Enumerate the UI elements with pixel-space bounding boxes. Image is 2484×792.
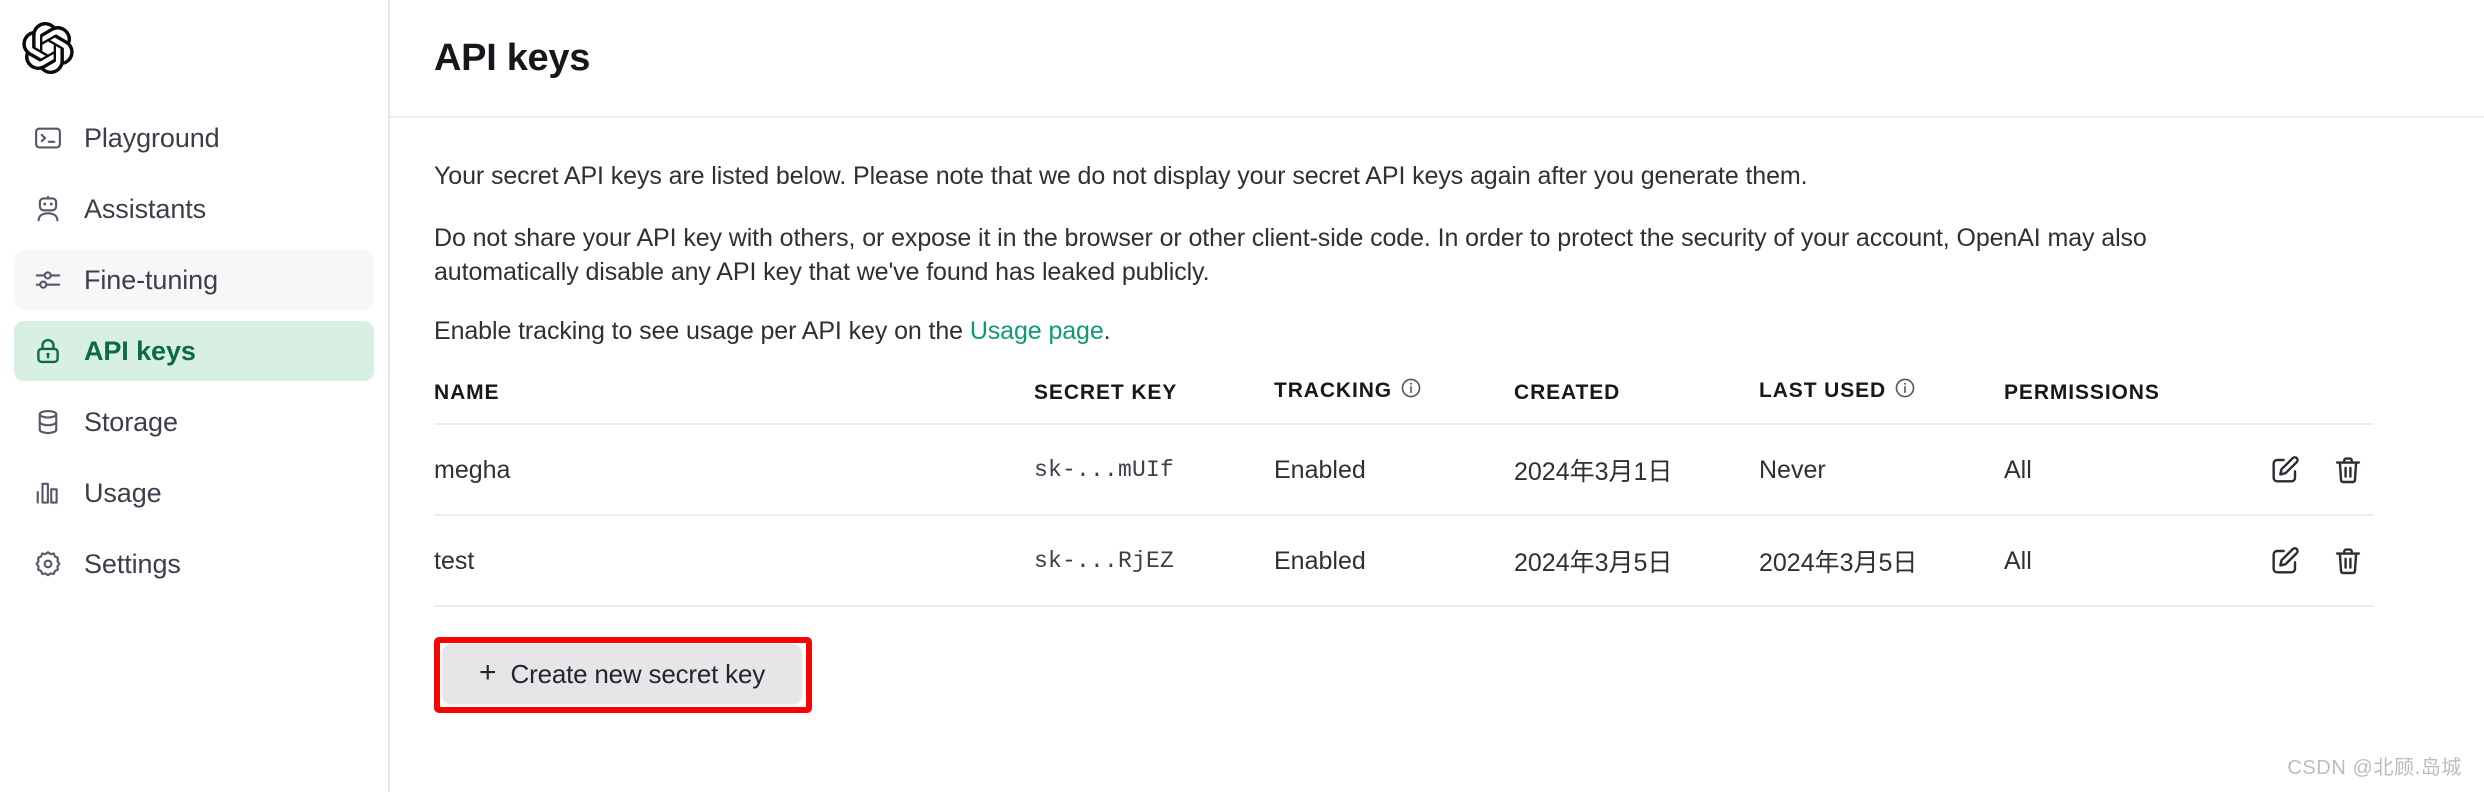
tracking-text-prefix: Enable tracking to see usage per API key… [434,317,970,346]
column-header-label: NAME [434,381,500,404]
bar-chart-icon [32,478,63,509]
page-title: API keys [434,36,591,79]
table-body: megha sk-...mUIf Enabled 2024年3月1日 Never… [434,424,2374,607]
cell-tracking: Enabled [1274,515,1514,607]
sidebar-item-settings[interactable]: Settings [14,534,374,594]
cell-name: test [434,515,1034,607]
cell-last-used: Never [1759,424,2004,516]
table-row: megha sk-...mUIf Enabled 2024年3月1日 Never… [434,424,2374,516]
column-header-name: NAME [434,377,1034,424]
sidebar-item-api-keys[interactable]: API keys [14,321,374,381]
column-header-label: CREATED [1514,381,1621,404]
column-header-label: PERMISSIONS [2004,381,2160,404]
terminal-icon [32,123,63,154]
sidebar-item-playground[interactable]: Playground [14,108,374,168]
info-icon[interactable] [1894,377,1916,405]
description-paragraph-2: Do not share your API key with others, o… [434,223,2147,286]
logo-container[interactable] [0,0,388,96]
sidebar-item-label: Fine-tuning [84,264,218,295]
cell-created: 2024年3月1日 [1514,424,1759,516]
cell-name: megha [434,424,1034,516]
watermark: CSDN @北顾.岛城 [2287,757,2462,779]
table-header-row: NAME SECRET KEY TRACKING CREATED LAST US… [434,377,2374,424]
api-keys-table: NAME SECRET KEY TRACKING CREATED LAST US… [434,377,2374,607]
description-paragraph-3: Enable tracking to see usage per API key… [434,315,2264,349]
cell-secret-key: sk-...RjEZ [1034,515,1274,607]
description-paragraph-1: Your secret API keys are listed below. P… [434,162,1808,190]
page-header: API keys [390,0,2484,118]
sidebar-item-label: Settings [84,548,181,579]
plus-icon: + [479,656,497,689]
lock-icon [32,336,63,367]
column-header-secret-key: SECRET KEY [1034,377,1274,424]
sidebar-item-label: Usage [84,477,162,508]
column-header-last-used: LAST USED [1759,377,2004,424]
tracking-text-suffix: . [1103,317,1111,346]
usage-page-link[interactable]: Usage page [970,317,1104,345]
gear-icon [32,549,63,580]
sidebar-nav: Playground Assistants Fine-tuning API ke… [0,108,388,594]
edit-icon[interactable] [2263,539,2307,583]
column-header-tracking: TRACKING [1274,377,1514,424]
column-header-label: LAST USED [1759,379,1887,402]
cell-created: 2024年3月5日 [1514,515,1759,607]
trash-icon[interactable] [2326,448,2370,492]
sidebar-item-label: API keys [84,335,196,366]
cell-permissions: All [2004,515,2204,607]
column-header-actions [2204,377,2374,424]
cell-tracking: Enabled [1274,424,1514,516]
column-header-label: SECRET KEY [1034,381,1178,404]
openai-logo [22,22,74,74]
create-key-area: + Create new secret key [434,637,814,713]
database-icon [32,407,63,438]
sidebar-item-storage[interactable]: Storage [14,392,374,452]
sidebar-item-label: Storage [84,406,178,437]
sidebar-item-label: Assistants [84,193,207,224]
cell-actions [2204,515,2374,607]
sidebar-item-usage[interactable]: Usage [14,463,374,523]
sidebar: Playground Assistants Fine-tuning API ke… [0,0,390,792]
create-new-secret-key-label: Create new secret key [510,658,766,689]
api-keys-page: Playground Assistants Fine-tuning API ke… [0,0,2484,792]
column-header-created: CREATED [1514,377,1759,424]
table-row: test sk-...RjEZ Enabled 2024年3月5日 2024年3… [434,515,2374,607]
edit-icon[interactable] [2263,448,2307,492]
sliders-icon [32,265,63,296]
column-header-label: TRACKING [1274,379,1393,402]
cell-actions [2204,424,2374,516]
table-header: NAME SECRET KEY TRACKING CREATED LAST US… [434,377,2374,424]
sidebar-item-label: Playground [84,122,220,153]
trash-icon[interactable] [2326,539,2370,583]
create-new-secret-key-button[interactable]: + Create new secret key [442,644,802,704]
main-content: API keys Your secret API keys are listed… [390,0,2484,792]
content-body: Your secret API keys are listed below. P… [390,118,2484,713]
sidebar-item-fine-tuning[interactable]: Fine-tuning [14,250,374,310]
info-icon[interactable] [1400,377,1422,405]
column-header-permissions: PERMISSIONS [2004,377,2204,424]
cell-secret-key: sk-...mUIf [1034,424,1274,516]
robot-icon [32,194,63,225]
cell-last-used: 2024年3月5日 [1759,515,2004,607]
sidebar-item-assistants[interactable]: Assistants [14,179,374,239]
cell-permissions: All [2004,424,2204,516]
